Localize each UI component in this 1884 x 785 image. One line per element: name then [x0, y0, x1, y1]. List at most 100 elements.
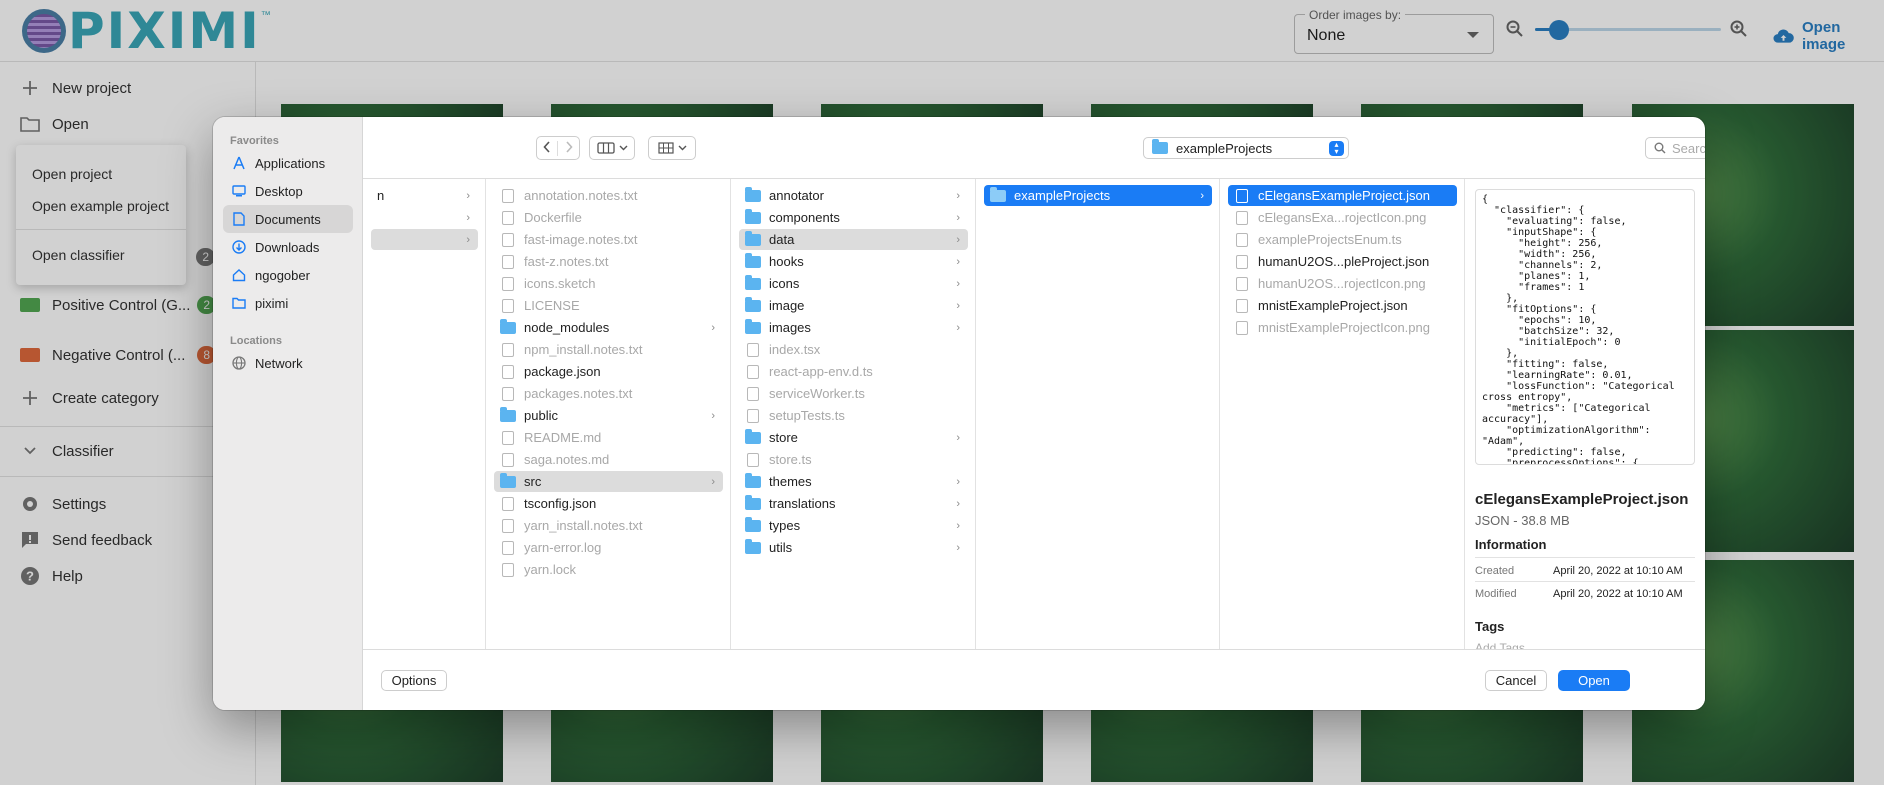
folder-icon: [500, 406, 516, 422]
folder-row[interactable]: icons ›: [739, 273, 968, 294]
file-row[interactable]: fast-z.notes.txt: [494, 251, 723, 272]
document-icon: [747, 364, 759, 379]
file-row[interactable]: react-app-env.d.ts: [739, 361, 968, 382]
file-row[interactable]: packages.notes.txt: [494, 383, 723, 404]
folder-row[interactable]: data ›: [739, 229, 968, 250]
folder-icon: [745, 428, 761, 444]
row-label: store.ts: [769, 452, 812, 467]
sidebar-item-applications[interactable]: Applications: [223, 149, 353, 177]
document-icon: [1236, 320, 1248, 335]
document-icon: [502, 518, 514, 533]
file-row[interactable]: setupTests.ts: [739, 405, 968, 426]
row-label: setupTests.ts: [769, 408, 845, 423]
chevron-right-icon: ›: [711, 475, 715, 488]
favorites-header: Favorites: [230, 135, 279, 147]
sidebar-item-network[interactable]: Network: [223, 349, 353, 377]
file-row[interactable]: humanU2OS...rojectIcon.png: [1228, 273, 1457, 294]
search-field[interactable]: Search: [1645, 137, 1705, 159]
folder-row[interactable]: node_modules ›: [494, 317, 723, 338]
file-row[interactable]: yarn-error.log: [494, 537, 723, 558]
file-row[interactable]: index.tsx: [739, 339, 968, 360]
file-row[interactable]: exampleProjectsEnum.ts: [1228, 229, 1457, 250]
chevron-right-icon: ›: [711, 321, 715, 334]
folder-row[interactable]: annotator ›: [739, 185, 968, 206]
row-label: public: [524, 408, 558, 423]
sidebar-item-downloads[interactable]: Downloads: [223, 233, 353, 261]
chevron-down-icon: [619, 145, 627, 151]
sidebar-item-desktop[interactable]: Desktop: [223, 177, 353, 205]
document-icon: [502, 342, 514, 357]
folder-icon: [745, 318, 761, 334]
browser-column-3: exampleProjects ›: [976, 179, 1220, 649]
download-icon: [231, 239, 247, 255]
file-row[interactable]: tsconfig.json: [494, 493, 723, 514]
folder-row[interactable]: utils ›: [739, 537, 968, 558]
file-row[interactable]: README.md: [494, 427, 723, 448]
file-row[interactable]: humanU2OS...pleProject.json: [1228, 251, 1457, 272]
current-folder-label: exampleProjects: [1176, 140, 1273, 156]
row-label: README.md: [524, 430, 602, 445]
folder-row[interactable]: types ›: [739, 515, 968, 536]
sidebar-item-label: Downloads: [255, 239, 320, 255]
tags-header: Tags: [1475, 619, 1505, 634]
row-label: data: [769, 232, 795, 247]
sidebar-item-piximi[interactable]: piximi: [223, 289, 353, 317]
file-row[interactable]: icons.sketch: [494, 273, 723, 294]
document-icon: [502, 254, 514, 269]
file-row[interactable]: cElegansExa...rojectIcon.png: [1228, 207, 1457, 228]
folder-row[interactable]: store ›: [739, 427, 968, 448]
file-row[interactable]: serviceWorker.ts: [739, 383, 968, 404]
chevron-right-icon: ›: [1200, 189, 1204, 202]
forward-button[interactable]: [558, 140, 579, 156]
file-row[interactable]: npm_install.notes.txt: [494, 339, 723, 360]
file-row[interactable]: package.json: [494, 361, 723, 382]
chevron-right-icon: ›: [466, 189, 470, 202]
grid-icon: [657, 142, 674, 154]
locations-header: Locations: [230, 335, 282, 347]
file-row[interactable]: mnistExampleProjectIcon.png: [1228, 317, 1457, 338]
row-label: yarn.lock: [524, 562, 577, 577]
folder-row[interactable]: public ›: [494, 405, 723, 426]
file-row[interactable]: yarn_install.notes.txt: [494, 515, 723, 536]
folder-row[interactable]: image ›: [739, 295, 968, 316]
desktop-icon: [231, 183, 247, 199]
folder-row[interactable]: hooks ›: [739, 251, 968, 272]
chevron-right-icon: [565, 140, 573, 153]
file-row[interactable]: Dockerfile: [494, 207, 723, 228]
folder-row[interactable]: exampleProjects ›: [984, 185, 1212, 206]
view-mode-button[interactable]: [589, 136, 635, 160]
folder-icon: [1152, 139, 1168, 154]
file-row[interactable]: saga.notes.md: [494, 449, 723, 470]
options-button[interactable]: Options: [381, 670, 447, 691]
folder-row[interactable]: themes ›: [739, 471, 968, 492]
home-icon: [231, 267, 247, 283]
location-popup[interactable]: exampleProjects ▴ ▾: [1143, 137, 1349, 159]
file-row[interactable]: n ›: [371, 185, 478, 206]
cancel-button[interactable]: Cancel: [1485, 670, 1547, 691]
sidebar-item-home[interactable]: ngogober: [223, 261, 353, 289]
file-row[interactable]: mnistExampleProject.json: [1228, 295, 1457, 316]
document-icon: [747, 452, 759, 467]
columns-view-icon: [596, 142, 615, 154]
file-row[interactable]: cElegansExampleProject.json: [1228, 185, 1457, 206]
row-label: n: [377, 188, 385, 203]
browser-column-1: annotation.notes.txt Dockerfile fast-image…: [486, 179, 731, 649]
file-row[interactable]: LICENSE: [494, 295, 723, 316]
open-file-button[interactable]: Open: [1558, 670, 1630, 691]
group-by-button[interactable]: [648, 136, 696, 160]
back-button[interactable]: [537, 140, 559, 156]
file-row[interactable]: ›: [371, 229, 478, 250]
file-row[interactable]: yarn.lock: [494, 559, 723, 580]
document-icon: [747, 342, 759, 357]
chevron-right-icon: ›: [956, 211, 960, 224]
file-row[interactable]: store.ts: [739, 449, 968, 470]
file-row[interactable]: ›: [371, 207, 478, 228]
file-row[interactable]: fast-image.notes.txt: [494, 229, 723, 250]
folder-row[interactable]: components ›: [739, 207, 968, 228]
folder-row[interactable]: images ›: [739, 317, 968, 338]
folder-row[interactable]: src ›: [494, 471, 723, 492]
folder-row[interactable]: translations ›: [739, 493, 968, 514]
document-icon: [1236, 232, 1248, 247]
sidebar-item-documents[interactable]: Documents: [223, 205, 353, 233]
file-row[interactable]: annotation.notes.txt: [494, 185, 723, 206]
